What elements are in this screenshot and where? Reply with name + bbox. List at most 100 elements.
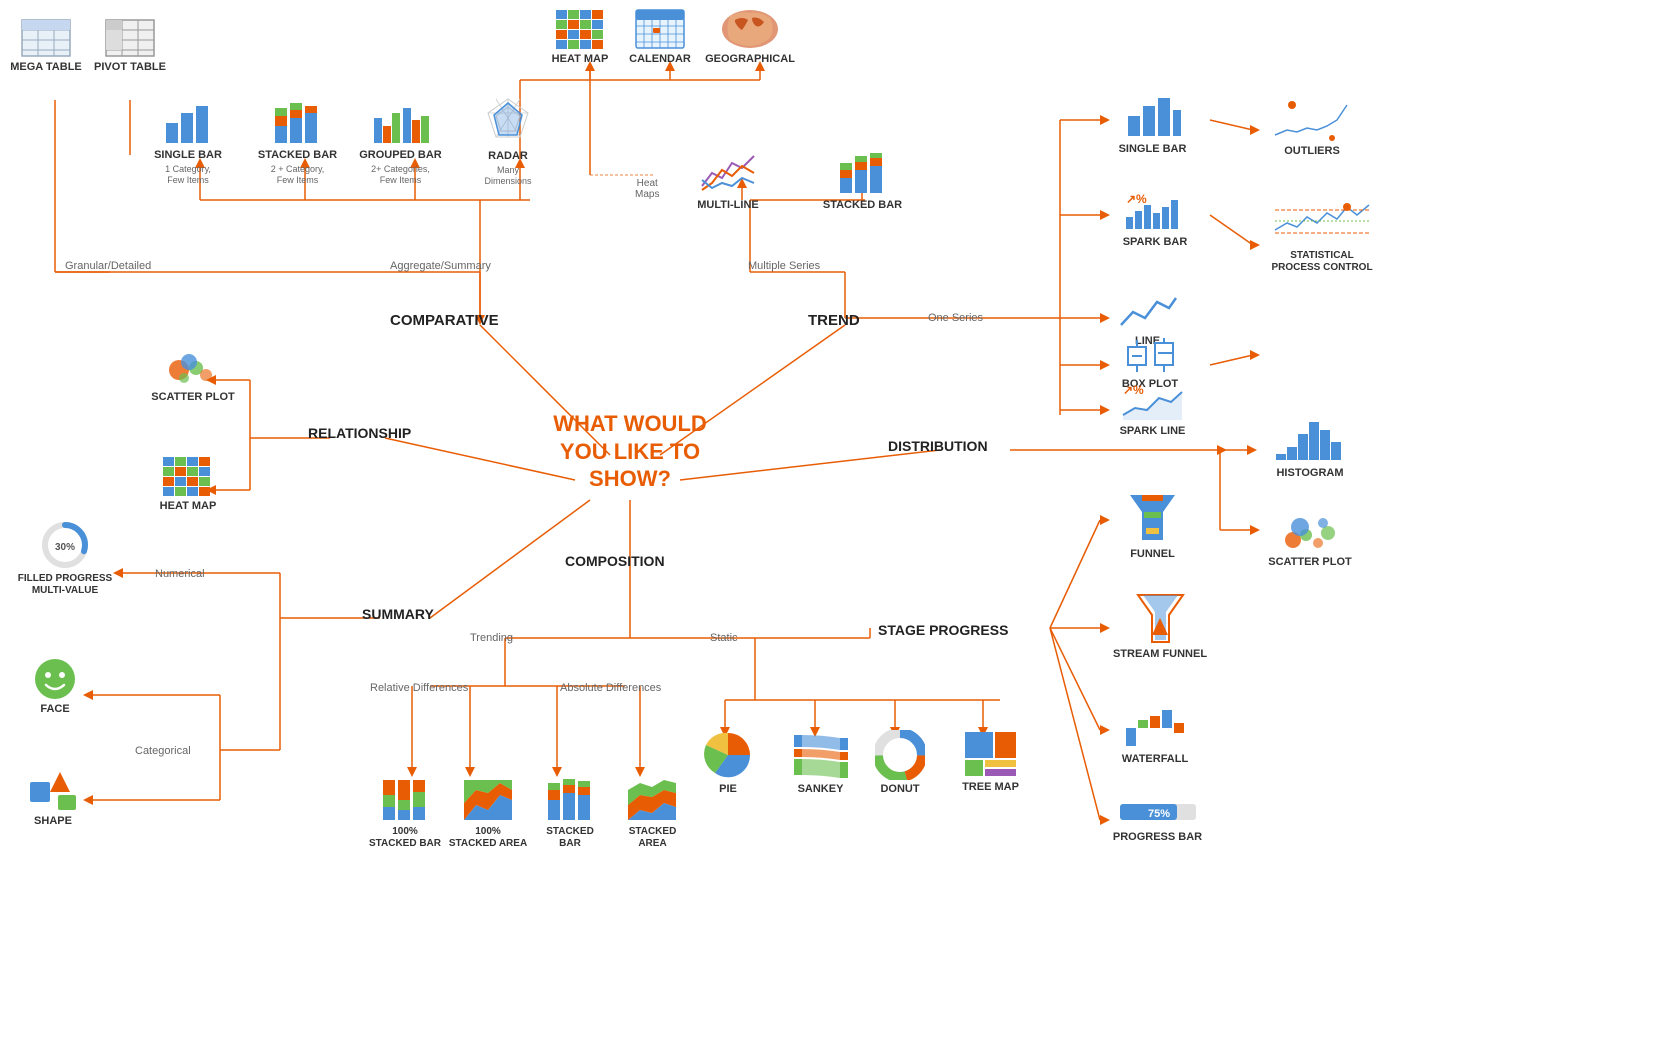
single-bar-comp-label: SINGLE BAR	[154, 149, 222, 162]
radar-icon	[482, 95, 534, 147]
histogram-label: HISTOGRAM	[1276, 467, 1343, 480]
stacked-bar-100-icon	[378, 775, 433, 823]
stacked-bar-comp-icon	[270, 98, 325, 146]
funnel-label: FUNNEL	[1130, 548, 1175, 561]
stacked-area-label: STACKEDAREA	[629, 826, 677, 850]
summary-branch: SUMMARY	[362, 606, 434, 622]
stacked-area-node[interactable]: STACKEDAREA	[615, 775, 690, 850]
single-bar-right-icon	[1123, 88, 1183, 140]
calendar-node[interactable]: CALENDAR	[620, 8, 700, 66]
pivot-table-node[interactable]: PIVOT TABLE	[90, 18, 170, 74]
box-plot-icon	[1120, 335, 1180, 375]
multiple-series-label: Multiple Series	[748, 260, 820, 272]
relative-diff-label: Relative Differences	[370, 682, 468, 694]
svg-text:↗%: ↗%	[1123, 383, 1144, 397]
scatter-plot-rel-node[interactable]: SCATTER PLOT	[148, 340, 238, 404]
grouped-bar-node[interactable]: GROUPED BAR 2+ Categories,Few Items	[358, 98, 443, 186]
radar-node[interactable]: RADAR ManyDimensions	[468, 95, 548, 187]
pivot-table-label: PIVOT TABLE	[94, 61, 166, 74]
pivot-table-icon	[104, 18, 156, 58]
histogram-node[interactable]: HISTOGRAM	[1265, 412, 1355, 480]
statistical-process-node[interactable]: STATISTICALPROCESS CONTROL	[1262, 195, 1382, 274]
scatter-plot-rel-icon	[164, 340, 222, 388]
svg-text:30%: 30%	[55, 542, 75, 553]
stacked-bar-comp-sub: 2 + Category,Few Items	[271, 164, 325, 186]
funnel-icon	[1125, 490, 1180, 545]
face-node[interactable]: FACE	[20, 658, 90, 716]
donut-node[interactable]: DONUT	[865, 730, 935, 796]
progress-bar-node[interactable]: 75% PROGRESS BAR	[1110, 796, 1205, 844]
stream-funnel-icon	[1133, 590, 1188, 645]
stacked-bar-trend-node[interactable]: STACKED BAR	[820, 148, 905, 212]
diagram-container: MEGA TABLE PIVOT TABLE	[0, 0, 1658, 1049]
radar-label: RADAR	[488, 150, 528, 163]
geographical-node[interactable]: GEOGRAPHICAL	[705, 8, 795, 66]
pie-node[interactable]: PIE	[693, 730, 763, 796]
spark-bar-label: SPARK BAR	[1123, 236, 1188, 249]
stream-funnel-label: STREAM FUNNEL	[1113, 648, 1207, 661]
trending-label: Trending	[470, 632, 513, 644]
mega-table-node[interactable]: MEGA TABLE	[6, 18, 86, 74]
sankey-icon	[792, 730, 850, 780]
stacked-bar-trend-label: STACKED BAR	[823, 199, 902, 212]
trend-branch: TREND	[808, 312, 860, 329]
line-icon	[1118, 290, 1178, 332]
shape-icon	[28, 770, 78, 812]
absolute-diff-label: Absolute Differences	[560, 682, 661, 694]
face-icon	[34, 658, 76, 700]
outliers-label: OUTLIERS	[1284, 145, 1340, 158]
waterfall-node[interactable]: WATERFALL	[1110, 698, 1200, 766]
spark-bar-icon: ↗%	[1123, 185, 1188, 233]
heat-map-rel-node[interactable]: HEAT MAP	[148, 455, 228, 513]
stacked-area-100-icon	[461, 775, 516, 823]
central-question: WHAT WOULDYOU LIKE TOSHOW?	[540, 410, 720, 493]
mega-table-label: MEGA TABLE	[10, 61, 82, 74]
sankey-node[interactable]: SANKEY	[783, 730, 858, 796]
tree-map-node[interactable]: TREE MAP	[953, 730, 1028, 794]
multi-line-label: MULTI-LINE	[697, 199, 759, 212]
filled-progress-icon: 30%	[40, 520, 90, 570]
donut-label: DONUT	[880, 783, 919, 796]
single-bar-right-label: SINGLE BAR	[1119, 143, 1187, 156]
progress-bar-label: PROGRESS BAR	[1113, 831, 1202, 844]
multi-line-icon	[697, 148, 759, 196]
tree-map-label: TREE MAP	[962, 781, 1019, 794]
single-bar-right-node[interactable]: SINGLE BAR	[1110, 88, 1195, 156]
stream-funnel-node[interactable]: STREAM FUNNEL	[1110, 590, 1210, 661]
scatter-plot-right-node[interactable]: SCATTER PLOT	[1265, 505, 1355, 569]
face-label: FACE	[40, 703, 69, 716]
calendar-label: CALENDAR	[629, 53, 691, 66]
histogram-icon	[1273, 412, 1348, 464]
stacked-bar-100-node[interactable]: 100%STACKED BAR	[365, 775, 445, 850]
static-label: Static	[710, 632, 738, 644]
stacked-area-100-node[interactable]: 100%STACKED AREA	[448, 775, 528, 850]
heat-map-top-node[interactable]: HEAT MAP	[540, 8, 620, 66]
stacked-bar-trend-icon	[835, 148, 890, 196]
tree-map-icon	[963, 730, 1018, 778]
distribution-branch: DISTRIBUTION	[888, 438, 988, 454]
single-bar-comp-node[interactable]: SINGLE BAR 1 Category,Few Items	[148, 98, 228, 186]
pie-icon	[703, 730, 753, 780]
outliers-icon	[1272, 100, 1352, 142]
multi-line-node[interactable]: MULTI-LINE	[688, 148, 768, 212]
grouped-bar-sub: 2+ Categories,Few Items	[371, 164, 430, 186]
heat-map-top-icon	[554, 8, 606, 50]
relationship-branch: RELATIONSHIP	[308, 425, 411, 441]
spark-line-label: SPARK LINE	[1120, 425, 1186, 438]
statistical-process-icon	[1272, 195, 1372, 247]
geographical-label: GEOGRAPHICAL	[705, 53, 795, 66]
central-text: WHAT WOULDYOU LIKE TOSHOW?	[553, 410, 707, 493]
outliers-node[interactable]: OUTLIERS	[1262, 100, 1362, 158]
scatter-plot-right-icon	[1278, 505, 1343, 553]
composition-branch: COMPOSITION	[565, 553, 665, 569]
spark-line-node[interactable]: ↗% SPARK LINE	[1110, 380, 1195, 438]
filled-progress-node[interactable]: 30% FILLED PROGRESSMULTI-VALUE	[15, 520, 115, 597]
shape-node[interactable]: SHAPE	[18, 770, 88, 828]
aggregate-label: Aggregate/Summary	[390, 260, 491, 272]
sankey-label: SANKEY	[798, 783, 844, 796]
stacked-bar-comp-node[interactable]: STACKED BAR 2 + Category,Few Items	[255, 98, 340, 186]
stacked-bar-comp2-node[interactable]: STACKEDBAR	[530, 775, 610, 850]
stacked-bar-comp2-label: STACKEDBAR	[546, 826, 594, 850]
spark-bar-node[interactable]: ↗% SPARK BAR	[1110, 185, 1200, 249]
funnel-node[interactable]: FUNNEL	[1110, 490, 1195, 561]
